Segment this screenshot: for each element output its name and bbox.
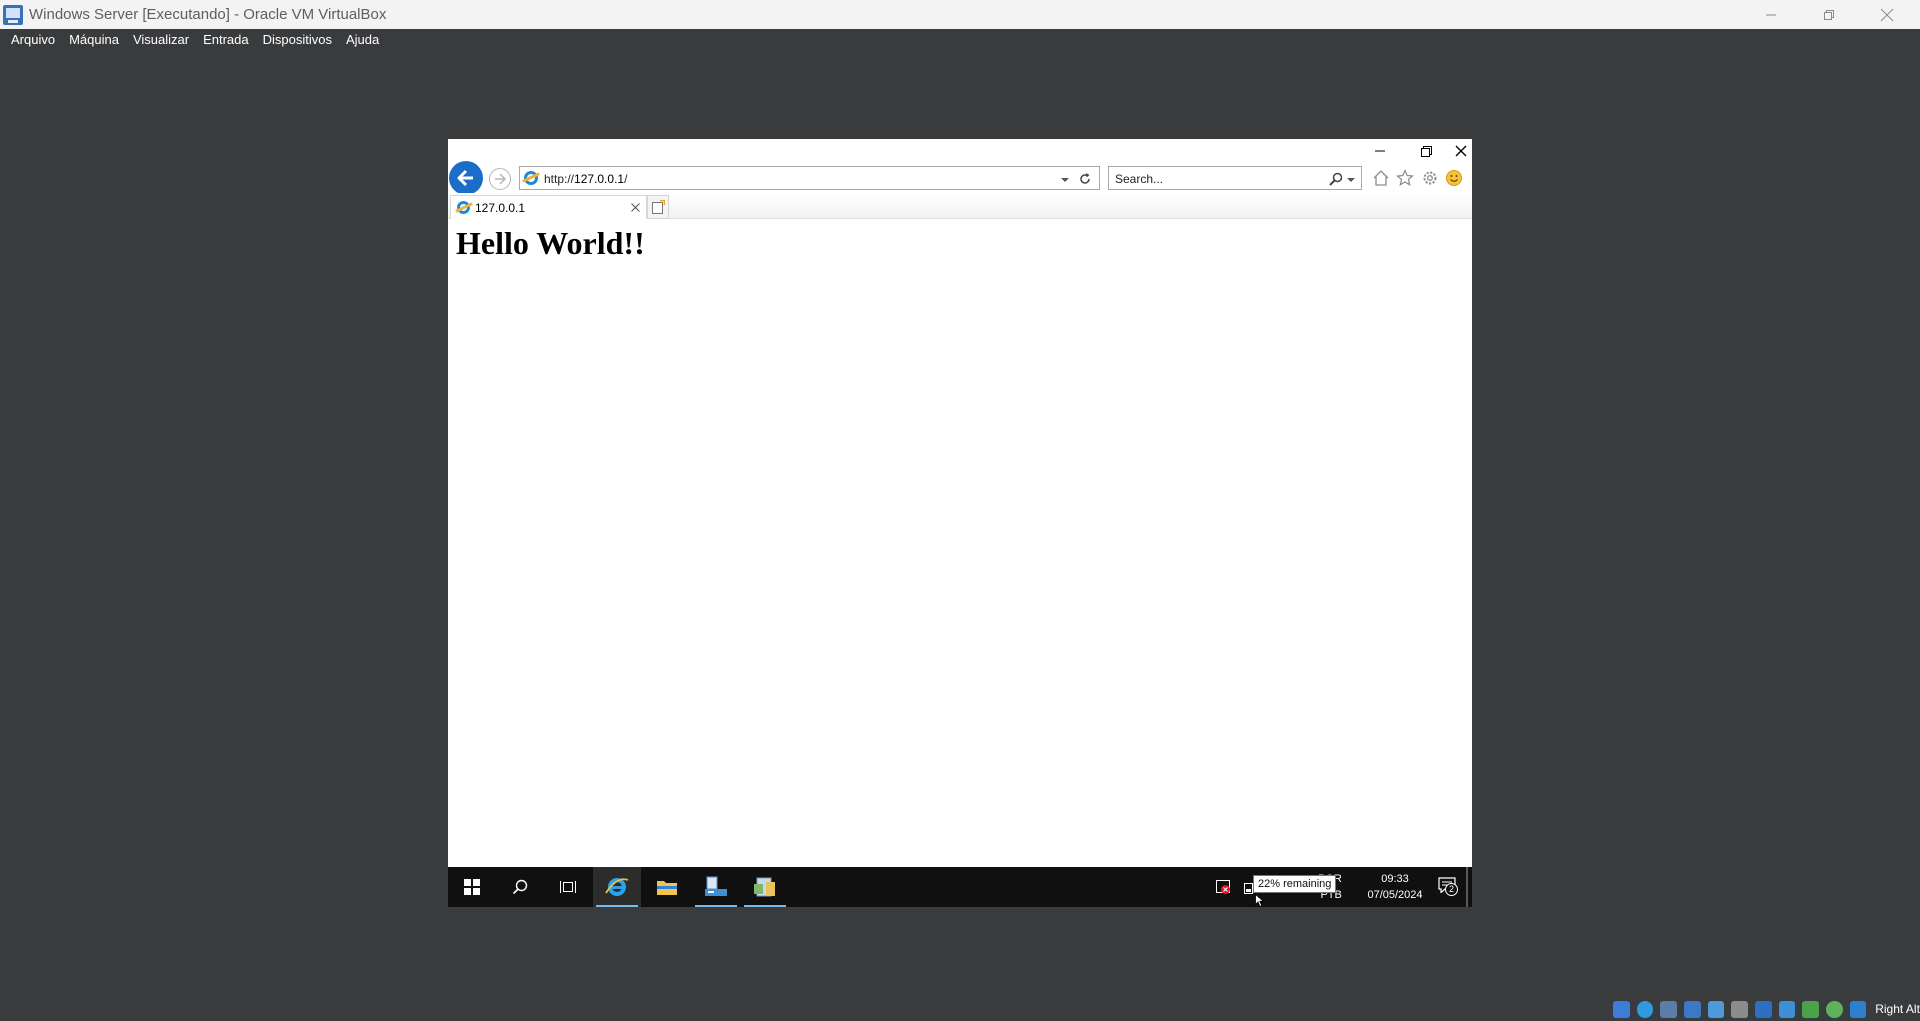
ie-minimize-button[interactable] bbox=[1357, 139, 1403, 163]
search-dropdown-icon[interactable] bbox=[1345, 173, 1357, 185]
task-view-icon bbox=[560, 881, 576, 893]
feedback-smiley-icon[interactable] bbox=[1445, 169, 1463, 187]
minimize-button[interactable] bbox=[1742, 0, 1800, 29]
running-indicator bbox=[744, 905, 786, 907]
forward-arrow-icon bbox=[495, 173, 507, 185]
battery-tooltip: 22% remaining bbox=[1253, 875, 1337, 893]
ie-favicon-icon bbox=[524, 171, 538, 185]
host-key-label: Right Alt bbox=[1875, 1002, 1920, 1016]
menu-dispositivos[interactable]: Dispositivos bbox=[256, 29, 339, 51]
notification-count-badge: 2 bbox=[1445, 883, 1458, 896]
administrative-tools-icon bbox=[754, 877, 775, 897]
tab-close-icon[interactable] bbox=[627, 199, 643, 215]
vbox-titlebar: Windows Server [Executando] - Oracle VM … bbox=[0, 0, 1920, 29]
windows-logo-icon bbox=[464, 879, 480, 895]
new-tab-icon bbox=[652, 200, 665, 214]
taskbar-server-manager[interactable] bbox=[692, 867, 740, 907]
cpu-icon[interactable] bbox=[1802, 1000, 1819, 1018]
tab-127-0-0-1[interactable]: 127.0.0.1 bbox=[450, 195, 647, 219]
tab-bar: 127.0.0.1 bbox=[448, 193, 1472, 219]
address-bar[interactable]: http://127.0.0.1/ bbox=[519, 166, 1100, 190]
new-tab-button[interactable] bbox=[647, 195, 669, 219]
home-icon[interactable] bbox=[1372, 169, 1390, 187]
shared-folders-icon[interactable] bbox=[1731, 1000, 1748, 1018]
task-view-button[interactable] bbox=[544, 867, 592, 907]
active-indicator bbox=[596, 905, 638, 907]
menu-entrada[interactable]: Entrada bbox=[196, 29, 256, 51]
recording-icon[interactable] bbox=[1778, 1000, 1796, 1018]
cd-icon[interactable] bbox=[1636, 1000, 1654, 1018]
menu-visualizar[interactable]: Visualizar bbox=[126, 29, 196, 51]
taskbar: POR PTB 22% remaining 09:33 07/05/2024 2 bbox=[448, 867, 1472, 907]
gear-icon[interactable] bbox=[1421, 169, 1439, 187]
taskbar-file-explorer[interactable] bbox=[643, 867, 691, 907]
search-icon[interactable] bbox=[1328, 171, 1344, 187]
menu-ajuda[interactable]: Ajuda bbox=[339, 29, 386, 51]
clock-date: 07/05/2024 bbox=[1367, 889, 1423, 901]
search-input[interactable] bbox=[1115, 171, 1315, 186]
display-icon[interactable] bbox=[1754, 1000, 1772, 1018]
start-button[interactable] bbox=[448, 867, 496, 907]
page-content: Hello World!! bbox=[448, 219, 1472, 806]
ie-navigation-bar: http://127.0.0.1/ bbox=[448, 161, 1472, 195]
menu-maquina[interactable]: Máquina bbox=[62, 29, 126, 51]
server-manager-icon bbox=[705, 876, 727, 896]
menu-arquivo[interactable]: Arquivo bbox=[4, 29, 62, 51]
favorites-star-icon[interactable] bbox=[1396, 169, 1414, 187]
close-button[interactable] bbox=[1858, 0, 1916, 29]
taskbar-search-button[interactable] bbox=[496, 867, 544, 907]
restore-button[interactable] bbox=[1800, 0, 1858, 29]
running-indicator bbox=[695, 905, 737, 907]
page-heading: Hello World!! bbox=[456, 225, 645, 261]
keyboard-icon[interactable] bbox=[1849, 1000, 1867, 1018]
address-url[interactable]: http://127.0.0.1/ bbox=[544, 172, 627, 186]
vbox-menubar: Arquivo Máquina Visualizar Entrada Dispo… bbox=[0, 29, 1920, 51]
optical-drive-icon[interactable] bbox=[1613, 1000, 1630, 1018]
taskbar-admin-tools[interactable] bbox=[741, 867, 789, 907]
refresh-icon[interactable] bbox=[1078, 172, 1092, 186]
audio-icon[interactable] bbox=[1660, 1000, 1677, 1018]
clock[interactable]: 09:33 07/05/2024 bbox=[1358, 871, 1432, 903]
tray-warning-icon[interactable] bbox=[1215, 879, 1231, 895]
window-title: Windows Server [Executando] - Oracle VM … bbox=[29, 6, 387, 23]
guest-screen[interactable]: http://127.0.0.1/ Search... 127.0.0.1 He… bbox=[448, 139, 1472, 907]
internet-explorer-icon bbox=[605, 878, 629, 896]
mouse-cursor-icon bbox=[1255, 893, 1265, 907]
tab-label: 127.0.0.1 bbox=[475, 201, 526, 215]
search-box[interactable] bbox=[1108, 166, 1362, 190]
tab-favicon-icon bbox=[457, 201, 470, 214]
usb-icon[interactable] bbox=[1707, 1000, 1725, 1018]
ie-caption-bar bbox=[448, 139, 1472, 163]
search-icon bbox=[512, 879, 528, 895]
clock-time: 09:33 bbox=[1381, 873, 1409, 885]
network-icon[interactable] bbox=[1683, 1000, 1701, 1018]
virtualbox-app-icon bbox=[3, 4, 23, 25]
show-desktop-button[interactable] bbox=[1466, 867, 1468, 907]
back-arrow-icon bbox=[457, 169, 473, 187]
address-dropdown-icon[interactable] bbox=[1059, 173, 1071, 185]
mouse-integration-icon[interactable] bbox=[1825, 1000, 1843, 1018]
taskbar-internet-explorer[interactable] bbox=[593, 867, 641, 907]
ie-close-button[interactable] bbox=[1449, 139, 1472, 163]
ie-restore-button[interactable] bbox=[1403, 139, 1449, 163]
back-button[interactable] bbox=[449, 161, 483, 195]
folder-icon bbox=[657, 881, 677, 895]
action-center-button[interactable]: 2 bbox=[1438, 877, 1460, 899]
vbox-status-bar: Right Alt bbox=[1613, 998, 1920, 1020]
forward-button[interactable] bbox=[489, 168, 511, 190]
